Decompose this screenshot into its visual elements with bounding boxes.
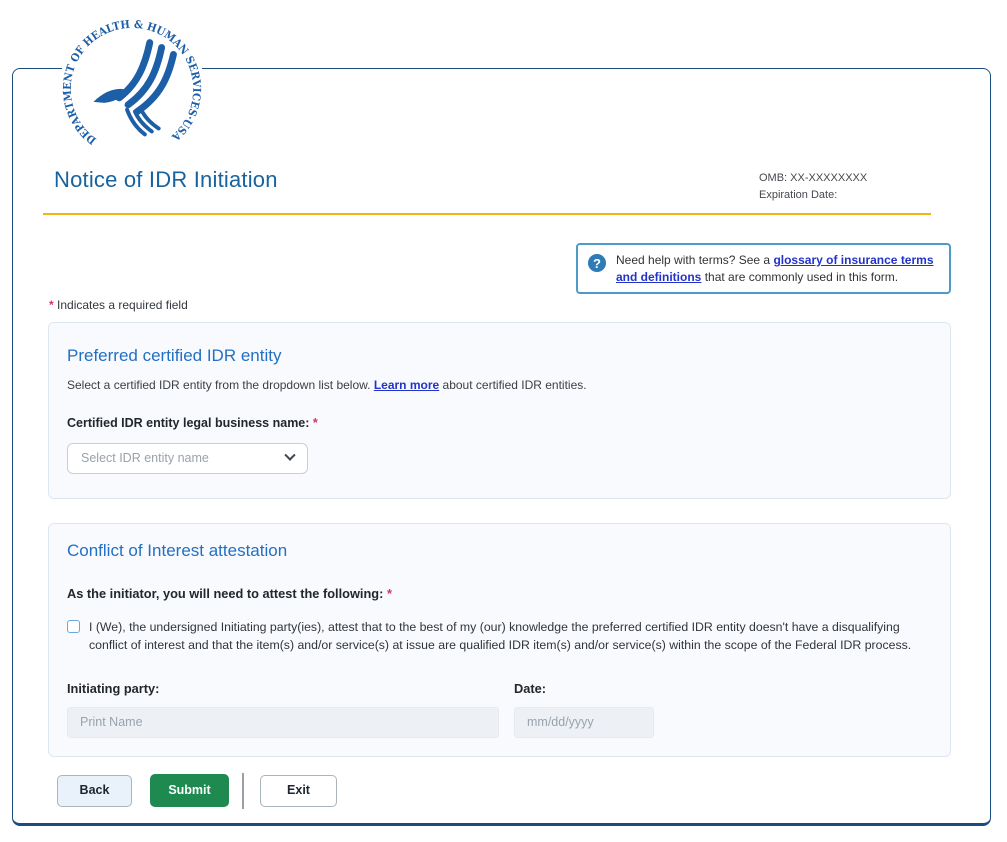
- section-preferred-idr-entity: Preferred certified IDR entity Select a …: [48, 321, 951, 499]
- required-asterisk: *: [386, 585, 392, 601]
- attestation-intro: As the initiator, you will need to attes…: [67, 585, 392, 601]
- initiating-party-field-group: Initiating party:: [67, 679, 499, 738]
- date-field-group: Date:: [514, 679, 654, 738]
- title-underline: [43, 213, 931, 215]
- help-row: ? Need help with terms? See a glossary o…: [48, 243, 951, 294]
- hhs-logo: DEPARTMENT OF HEALTH & HUMAN SERVICES·US…: [58, 15, 206, 163]
- chevron-down-icon: [284, 449, 296, 462]
- date-input[interactable]: [514, 706, 654, 738]
- form-card: DEPARTMENT OF HEALTH & HUMAN SERVICES·US…: [12, 15, 991, 826]
- attestation-checkbox-label: I (We), the undersigned Initiating party…: [89, 619, 912, 653]
- help-text-before: Need help with terms? See a: [616, 253, 771, 267]
- description-before: Select a certified IDR entity from the d…: [67, 377, 371, 392]
- required-field-note: * Indicates a required field: [49, 298, 951, 312]
- attestation-checkbox[interactable]: [67, 619, 80, 633]
- omb-number: OMB: XX-XXXXXXXX: [759, 172, 868, 184]
- required-asterisk: *: [312, 415, 318, 430]
- idr-entity-name-label: Certified IDR entity legal business name…: [67, 415, 318, 430]
- help-text: Need help with terms? See a glossary of …: [616, 250, 939, 287]
- page-title: Notice of IDR Initiation: [54, 167, 278, 192]
- learn-more-link[interactable]: Learn more: [374, 378, 439, 392]
- submit-button[interactable]: Submit: [150, 774, 229, 808]
- attestation-checkbox-row: I (We), the undersigned Initiating party…: [67, 618, 930, 655]
- page-header: Notice of IDR Initiation OMB: XX-XXXXXXX…: [48, 165, 951, 203]
- idr-entity-dropdown[interactable]: Select IDR entity name: [67, 442, 308, 474]
- section-description: Select a certified IDR entity from the d…: [67, 376, 930, 394]
- date-label: Date:: [514, 680, 546, 696]
- button-divider: [242, 772, 244, 809]
- section-heading: Preferred certified IDR entity: [67, 345, 282, 365]
- exit-button[interactable]: Exit: [260, 774, 337, 807]
- dropdown-placeholder: Select IDR entity name: [81, 451, 209, 466]
- expiration-date: Expiration Date:: [759, 188, 838, 201]
- question-circle-icon: ?: [588, 254, 606, 272]
- form-content: Notice of IDR Initiation OMB: XX-XXXXXXX…: [13, 165, 990, 809]
- description-after: about certified IDR entities.: [442, 377, 587, 392]
- required-note-text: Indicates a required field: [57, 297, 188, 312]
- initiating-party-input[interactable]: [67, 706, 499, 738]
- omb-block: OMB: XX-XXXXXXXX Expiration Date:: [759, 165, 951, 203]
- required-asterisk: *: [49, 297, 54, 312]
- back-button[interactable]: Back: [57, 774, 132, 807]
- form-actions: Back Submit Exit: [57, 772, 951, 809]
- initiating-party-label: Initiating party:: [67, 680, 160, 696]
- help-box: ? Need help with terms? See a glossary o…: [576, 243, 951, 294]
- attestation-fields-row: Initiating party: Date:: [67, 679, 930, 738]
- section-conflict-of-interest: Conflict of Interest attestation As the …: [48, 522, 951, 757]
- help-text-after: that are commonly used in this form.: [704, 270, 899, 285]
- section-heading: Conflict of Interest attestation: [67, 540, 288, 560]
